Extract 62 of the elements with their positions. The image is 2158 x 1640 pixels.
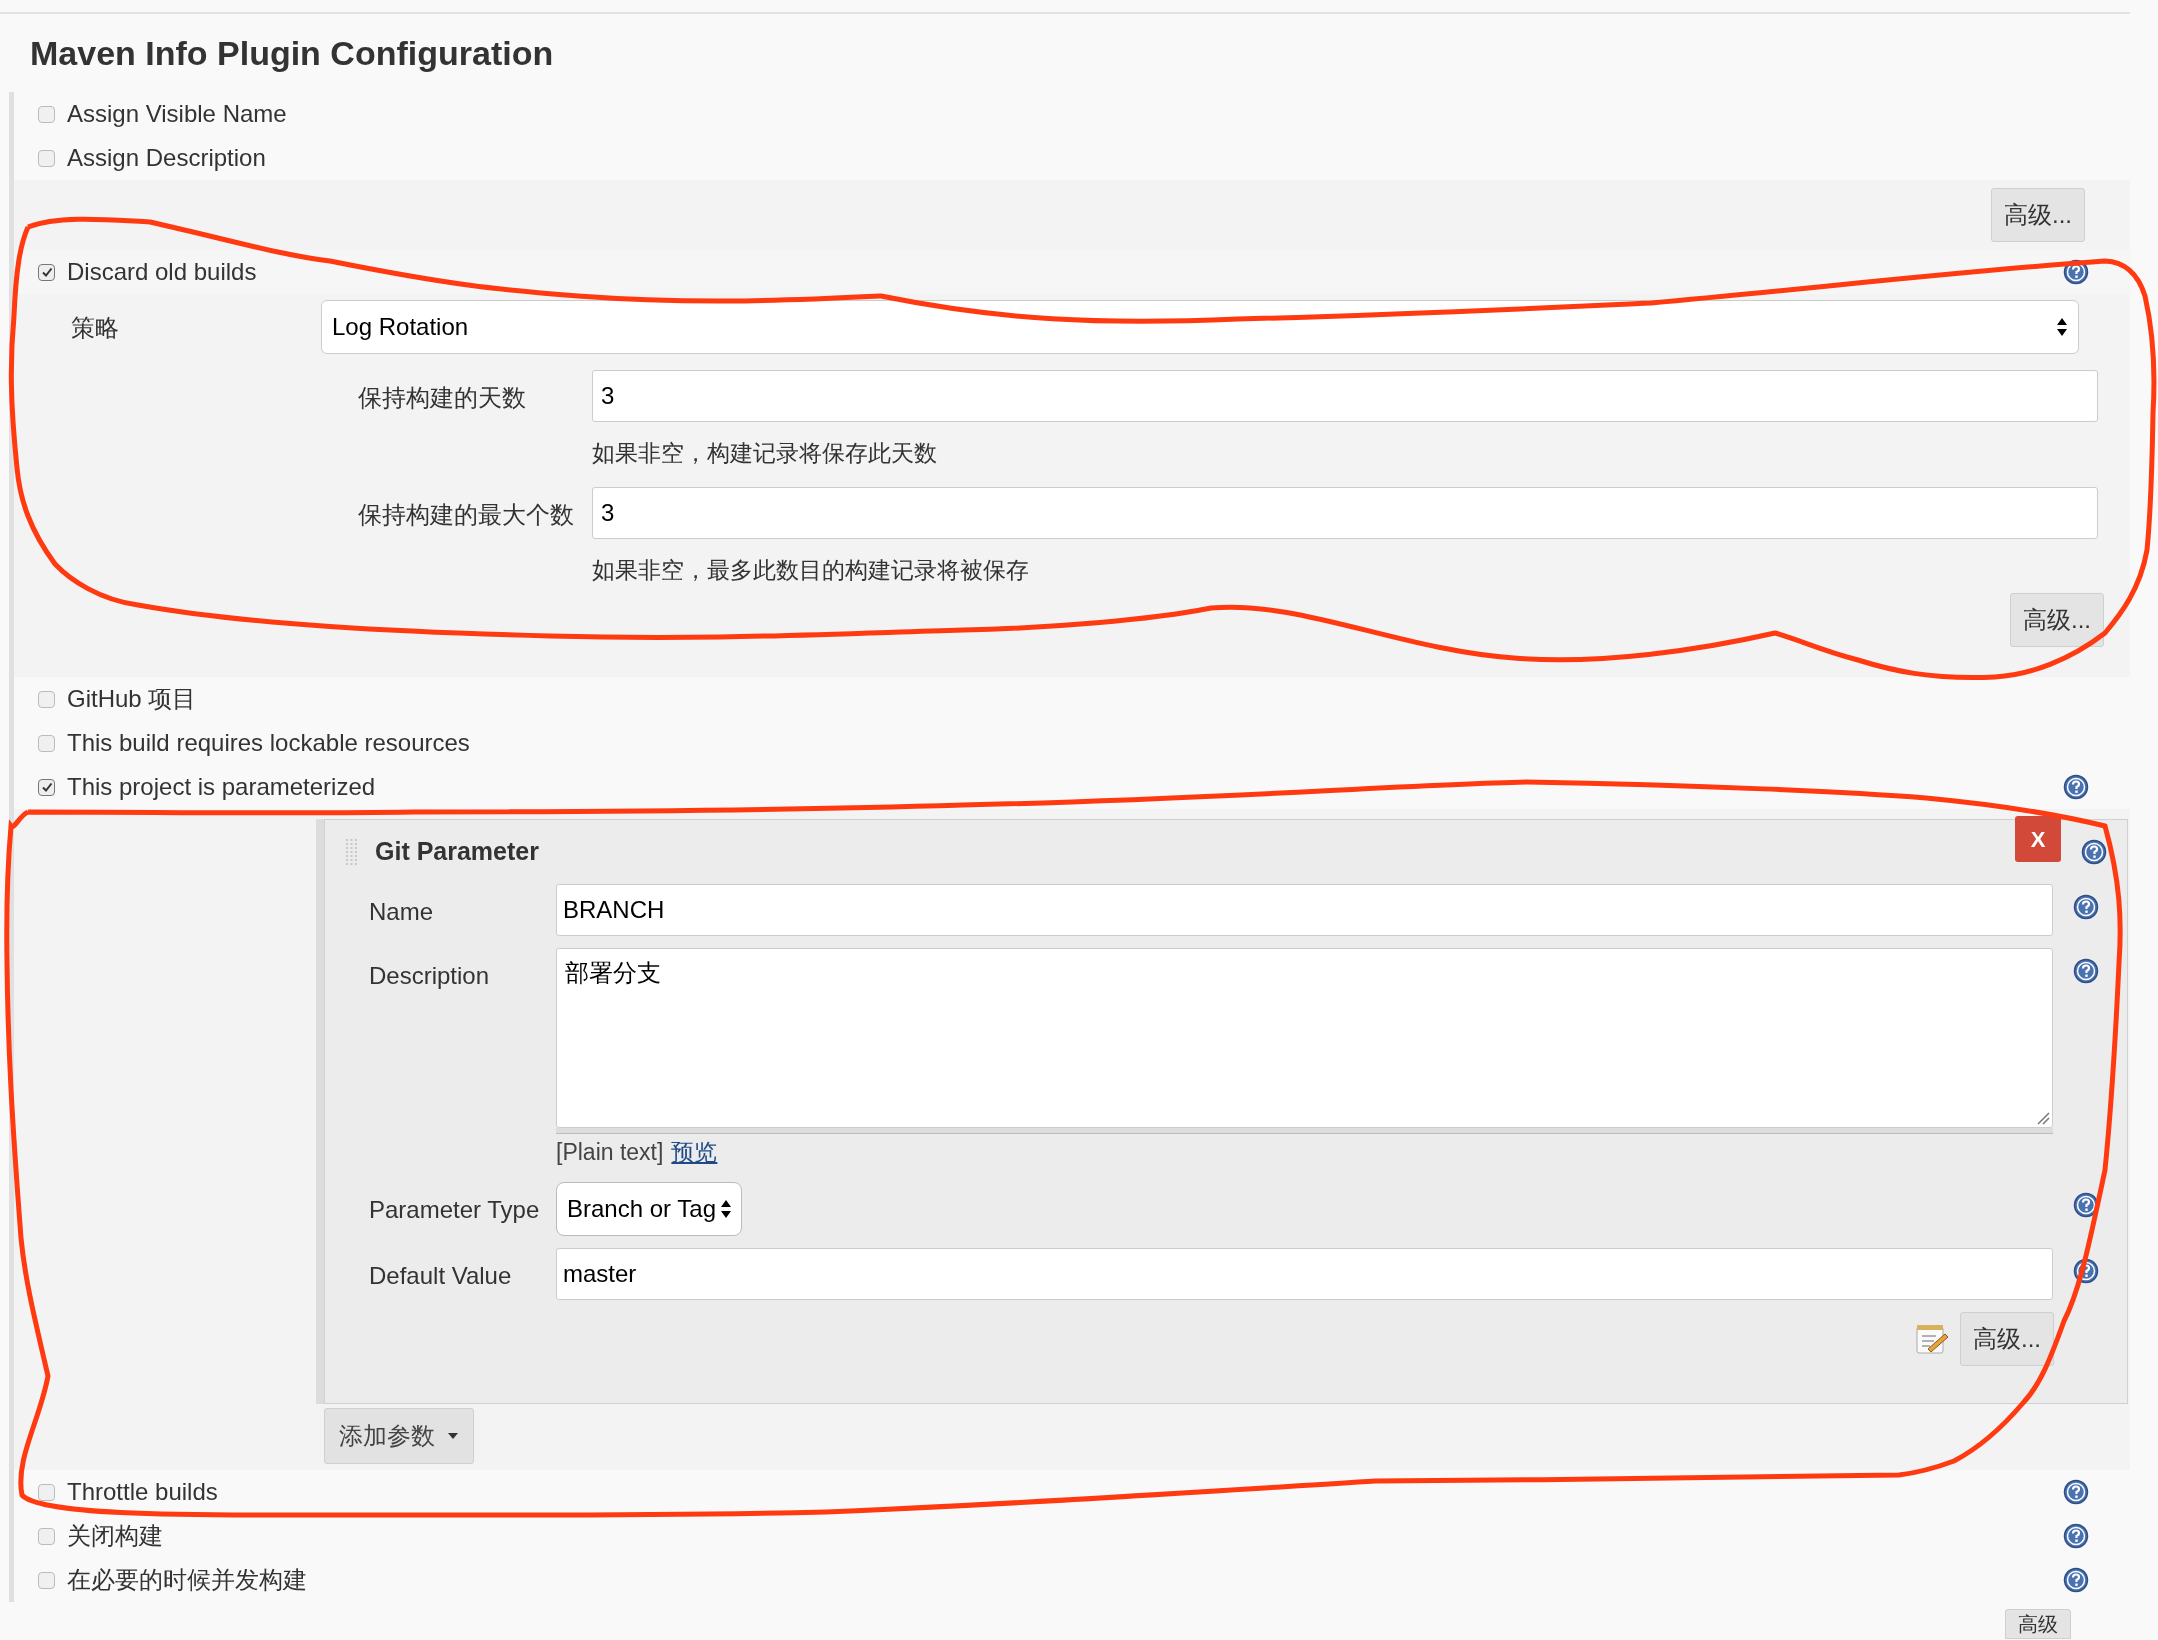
- checkbox[interactable]: [38, 778, 55, 796]
- advanced-button[interactable]: 高级...: [1960, 1312, 2054, 1366]
- section-title: Maven Info Plugin Configuration: [30, 32, 554, 74]
- help-icon[interactable]: [2073, 1192, 2099, 1218]
- field-label: Parameter Type: [369, 1196, 540, 1223]
- option-label: This build requires lockable resources: [67, 728, 470, 758]
- field-label: 策略: [71, 313, 120, 343]
- field-hint: 如果非空，构建记录将保存此天数: [592, 439, 938, 468]
- field-label: Name: [369, 898, 434, 925]
- checkbox[interactable]: [38, 1571, 55, 1589]
- text-field[interactable]: master: [556, 1248, 2053, 1300]
- checkbox[interactable]: [38, 105, 55, 123]
- help-icon[interactable]: [2063, 259, 2089, 285]
- preview-link[interactable]: 预览: [671, 1134, 718, 1170]
- option-label: 关闭构建: [67, 1521, 163, 1551]
- text-field[interactable]: BRANCH: [556, 884, 2053, 936]
- remove-button[interactable]: X: [2015, 816, 2061, 862]
- checkmark-icon: [40, 781, 53, 793]
- checkbox[interactable]: [38, 149, 55, 167]
- help-icon[interactable]: [2081, 839, 2107, 865]
- help-icon[interactable]: [2073, 894, 2099, 920]
- option-label: Throttle builds: [67, 1477, 218, 1507]
- checkbox[interactable]: [38, 690, 55, 708]
- checkmark-icon: [40, 266, 53, 278]
- advanced-button[interactable]: 高级...: [1991, 188, 2085, 242]
- help-icon[interactable]: [2073, 958, 2099, 984]
- option-label: Assign Description: [67, 143, 266, 173]
- help-icon[interactable]: [2063, 1523, 2089, 1549]
- checkbox[interactable]: [38, 263, 55, 281]
- resize-grip-icon[interactable]: [2036, 1111, 2050, 1125]
- updown-arrows-icon: [720, 1199, 732, 1219]
- advanced-button[interactable]: 高级: [2005, 1609, 2071, 1639]
- updown-arrows-icon: [2056, 317, 2068, 337]
- checkbox[interactable]: [38, 1527, 55, 1545]
- option-label: 在必要的时候并发构建: [67, 1565, 307, 1595]
- field-label: Description: [369, 962, 490, 989]
- option-label: This project is parameterized: [67, 772, 376, 802]
- help-icon[interactable]: [2073, 1258, 2099, 1284]
- help-icon[interactable]: [2063, 1479, 2089, 1505]
- checkbox[interactable]: [38, 1483, 55, 1501]
- advanced-button[interactable]: 高级...: [2010, 593, 2104, 647]
- field-label: 保持构建的最大个数: [358, 499, 575, 530]
- description-textarea[interactable]: 部署分支: [556, 948, 2053, 1128]
- text-field[interactable]: 3: [592, 486, 2098, 539]
- help-icon[interactable]: [2063, 774, 2089, 800]
- option-label: Discard old builds: [67, 257, 257, 287]
- help-icon[interactable]: [2063, 1567, 2089, 1593]
- field-label: Default Value: [369, 1262, 512, 1289]
- format-note: [Plain text]: [556, 1137, 664, 1167]
- field-label: 保持构建的天数: [358, 383, 527, 413]
- add-parameter-button[interactable]: 添加参数: [324, 1408, 474, 1464]
- text-field[interactable]: 3: [592, 370, 2098, 422]
- notepad-icon[interactable]: [1914, 1322, 1950, 1356]
- option-label: GitHub 项目: [67, 684, 197, 714]
- option-label: Assign Visible Name: [67, 99, 287, 129]
- select-dropdown[interactable]: Log Rotation: [321, 300, 2079, 354]
- caret-icon: [447, 1432, 459, 1440]
- select-dropdown[interactable]: Branch or Tag: [556, 1182, 742, 1236]
- checkbox[interactable]: [38, 734, 55, 752]
- drag-handle-icon[interactable]: [345, 838, 359, 866]
- field-hint: 如果非空，最多此数目的构建记录将被保存: [592, 555, 1030, 585]
- parameter-title: Git Parameter: [375, 836, 539, 868]
